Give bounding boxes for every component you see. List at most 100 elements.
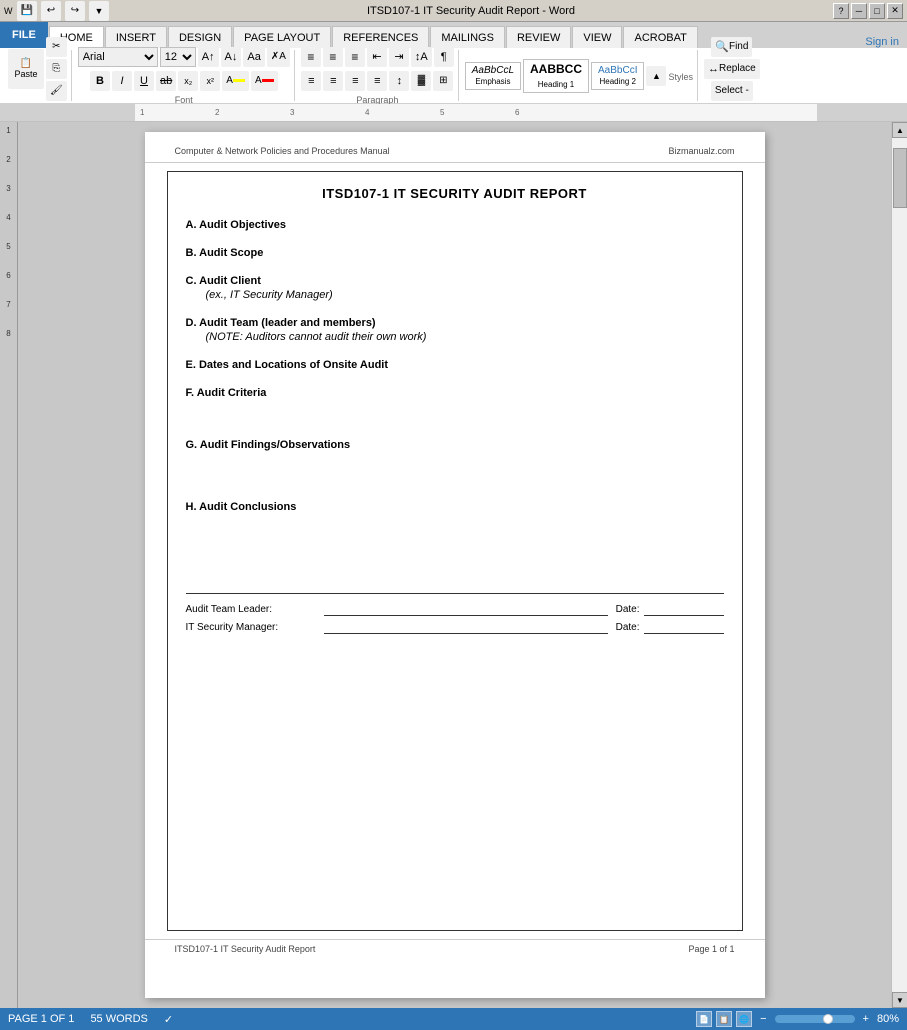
copy-button[interactable]: ⎘ [46, 59, 67, 79]
section-b: B. Audit Scope [186, 247, 724, 259]
sig-manager-line [324, 620, 608, 634]
shrink-font-button[interactable]: A↓ [221, 47, 242, 67]
page-info: PAGE 1 OF 1 [8, 1013, 74, 1025]
quick-access-more[interactable]: ▼ [89, 1, 109, 21]
ruler-mark-1: 1 [140, 108, 144, 117]
close-button[interactable]: ✕ [887, 3, 903, 19]
print-layout-view[interactable]: 📄 [696, 1011, 712, 1027]
italic-button[interactable]: I [112, 71, 132, 91]
borders-button[interactable]: ⊞ [433, 71, 453, 91]
font-size-select[interactable]: 12 [160, 47, 196, 67]
zoom-decrease[interactable]: − [760, 1013, 766, 1025]
text-highlight-button[interactable]: A [222, 71, 249, 91]
shading-button[interactable]: ▓ [411, 71, 431, 91]
view-mode-icons: 📄 📋 🌐 [696, 1011, 752, 1027]
footer-right: Page 1 of 1 [688, 944, 734, 954]
zoom-thumb[interactable] [823, 1014, 833, 1024]
format-painter-button[interactable]: 🖌 [46, 81, 67, 101]
quick-access-redo[interactable]: ↪ [65, 1, 85, 21]
status-bar: PAGE 1 OF 1 55 WORDS ✓ 📄 📋 🌐 − + 80% [0, 1008, 907, 1030]
title-bar: W 💾 ↩ ↪ ▼ ITSD107-1 IT Security Audit Re… [0, 0, 907, 22]
numbering-button[interactable]: ≡ [323, 47, 343, 67]
replace-button[interactable]: ↔ Replace [704, 59, 760, 79]
select-button[interactable]: Select - [711, 81, 753, 101]
styles-scroll-up[interactable]: ▲ [646, 66, 666, 86]
zoom-increase[interactable]: + [863, 1013, 869, 1025]
strikethrough-button[interactable]: ab [156, 71, 176, 91]
multilevel-button[interactable]: ≡ [345, 47, 365, 67]
increase-indent-button[interactable]: ⇥ [389, 47, 409, 67]
scroll-thumb[interactable] [893, 148, 907, 208]
tab-page-layout[interactable]: PAGE LAYOUT [233, 26, 331, 48]
window-controls: ? ─ □ ✕ [833, 3, 903, 19]
section-d-note: (NOTE: Auditors cannot audit their own w… [206, 331, 724, 343]
bold-button[interactable]: B [90, 71, 110, 91]
scroll-track[interactable] [892, 138, 907, 992]
line-spacing-button[interactable]: ↕ [389, 71, 409, 91]
ruler-v-6: 6 [6, 271, 10, 280]
window-title: ITSD107-1 IT Security Audit Report - Wor… [367, 5, 575, 17]
minimize-button[interactable]: ─ [851, 3, 867, 19]
paste-button[interactable]: 📋 Paste [8, 49, 44, 89]
header-right: Bizmanualz.com [668, 146, 734, 156]
status-right: 📄 📋 🌐 − + 80% [696, 1011, 899, 1027]
full-reading-view[interactable]: 📋 [716, 1011, 732, 1027]
style-heading2[interactable]: AaBbCcIHeading 2 [591, 62, 644, 90]
tab-review[interactable]: REVIEW [506, 26, 571, 48]
find-button[interactable]: 🔍 Find [711, 37, 752, 57]
proofing-icon[interactable]: ✓ [164, 1013, 173, 1026]
style-heading1[interactable]: AABBCCHeading 1 [523, 59, 589, 93]
quick-access-undo[interactable]: ↩ [41, 1, 61, 21]
underline-button[interactable]: U [134, 71, 154, 91]
zoom-slider[interactable] [775, 1015, 855, 1023]
quick-access-save[interactable]: 💾 [17, 1, 37, 21]
scroll-down-arrow[interactable]: ▼ [892, 992, 907, 1008]
section-f-label: F. Audit Criteria [186, 387, 724, 399]
clear-formatting-button[interactable]: ✗A [267, 47, 290, 67]
sig-leader-date-line [644, 602, 724, 616]
change-case-button[interactable]: Aa [243, 47, 264, 67]
tab-insert[interactable]: INSERT [105, 26, 167, 48]
tab-mailings[interactable]: MAILINGS [430, 26, 505, 48]
zoom-level[interactable]: 80% [877, 1013, 899, 1025]
title-bar-left: W 💾 ↩ ↪ ▼ [4, 1, 109, 21]
sig-row-manager: IT Security Manager: Date: [186, 620, 724, 634]
paragraph-group: ≡ ≡ ≡ ⇤ ⇥ ↕A ¶ ≡ ≡ ≡ ≡ ↕ ▓ ⊞ Paragraph [297, 50, 459, 101]
tab-acrobat[interactable]: ACROBAT [623, 26, 697, 48]
ruler-mark-2: 2 [215, 108, 219, 117]
superscript-button[interactable]: x² [200, 71, 220, 91]
scroll-up-arrow[interactable]: ▲ [892, 122, 907, 138]
section-f: F. Audit Criteria [186, 387, 724, 399]
cut-button[interactable]: ✂ [46, 37, 67, 57]
font-name-select[interactable]: Arial [78, 47, 158, 67]
word-page[interactable]: Computer & Network Policies and Procedur… [145, 132, 765, 998]
toolbar: 📋 Paste ✂ ⎘ 🖌 Clipboard Arial 12 A↑ A↓ A… [0, 48, 907, 104]
justify-button[interactable]: ≡ [367, 71, 387, 91]
style-emphasis[interactable]: AaBbCcLEmphasis [465, 62, 521, 90]
grow-font-button[interactable]: A↑ [198, 47, 219, 67]
web-layout-view[interactable]: 🌐 [736, 1011, 752, 1027]
tab-view[interactable]: VIEW [572, 26, 622, 48]
ruler-v-7: 7 [6, 300, 10, 309]
find-icon: 🔍 [715, 40, 729, 53]
align-left-button[interactable]: ≡ [301, 71, 321, 91]
sign-in-link[interactable]: Sign in [865, 36, 899, 48]
ruler-v-1: 1 [6, 126, 10, 135]
sig-manager-date-line [644, 620, 724, 634]
font-color-button[interactable]: A [251, 71, 278, 91]
tab-references[interactable]: REFERENCES [332, 26, 429, 48]
show-formatting-button[interactable]: ¶ [434, 47, 454, 67]
ruler-v-3: 3 [6, 184, 10, 193]
decrease-indent-button[interactable]: ⇤ [367, 47, 387, 67]
tab-design[interactable]: DESIGN [168, 26, 232, 48]
word-icon: W [4, 6, 13, 16]
document-border: ITSD107-1 IT SECURITY AUDIT REPORT A. Au… [167, 171, 743, 931]
bullets-button[interactable]: ≡ [301, 47, 321, 67]
align-center-button[interactable]: ≡ [323, 71, 343, 91]
sort-button[interactable]: ↕A [411, 47, 432, 67]
restore-button[interactable]: □ [869, 3, 885, 19]
help-button[interactable]: ? [833, 3, 849, 19]
subscript-button[interactable]: x₂ [178, 71, 198, 91]
align-right-button[interactable]: ≡ [345, 71, 365, 91]
vertical-scrollbar[interactable]: ▲ ▼ [891, 122, 907, 1008]
